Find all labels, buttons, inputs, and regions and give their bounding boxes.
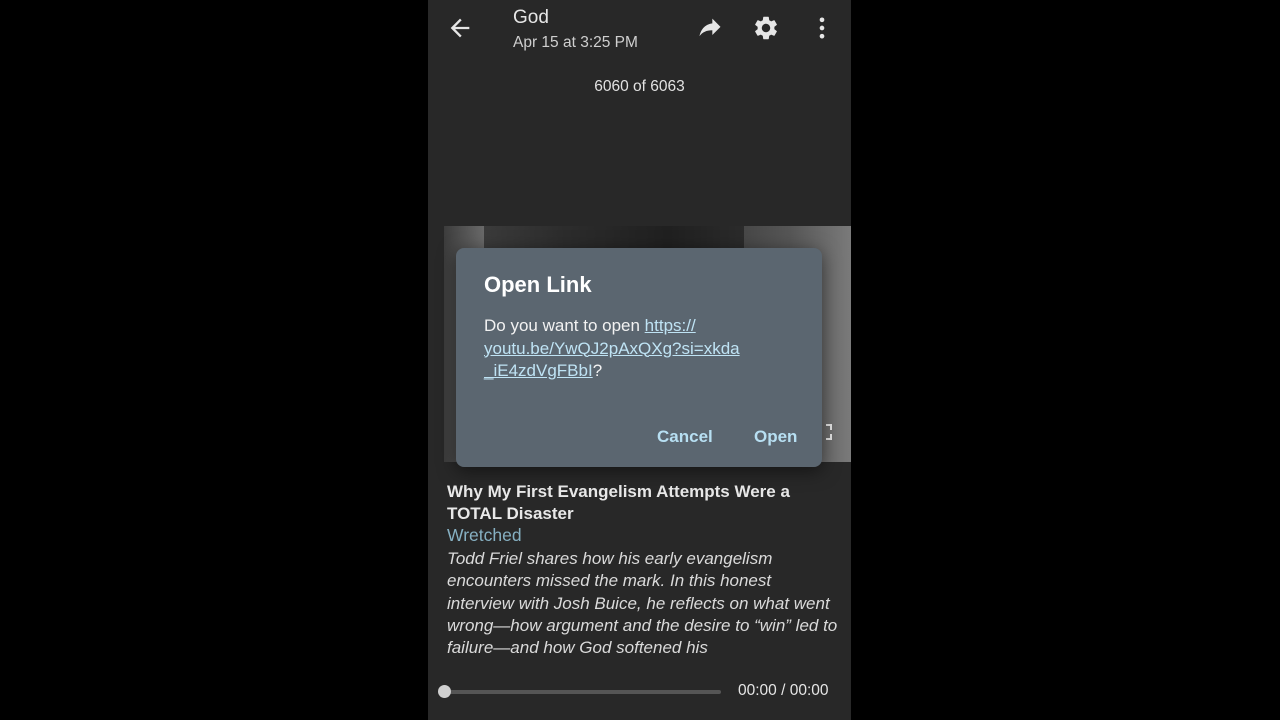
seek-track[interactable] xyxy=(444,690,721,694)
conversation-title: God xyxy=(513,7,549,28)
video-description: Todd Friel shares how his early evangeli… xyxy=(447,549,838,658)
open-link-dialog: Open Link Do you want to open https://​y… xyxy=(456,248,822,467)
app-screen: God Apr 15 at 3:25 PM 6060 of 6063 Why M… xyxy=(428,0,851,720)
open-button[interactable]: Open xyxy=(754,427,797,447)
video-channel[interactable]: Wretched xyxy=(447,525,522,546)
message-timestamp: Apr 15 at 3:25 PM xyxy=(513,34,638,51)
dialog-suffix: ? xyxy=(592,361,603,380)
message-counter: 6060 of 6063 xyxy=(594,78,685,95)
overflow-menu-button[interactable] xyxy=(808,14,836,42)
share-arrow-icon xyxy=(699,18,721,37)
gear-icon xyxy=(755,16,777,40)
more-vertical-icon xyxy=(819,17,825,39)
settings-button[interactable] xyxy=(752,14,780,42)
dialog-prompt: Do you want to open xyxy=(484,316,645,335)
seek-thumb[interactable] xyxy=(438,685,451,698)
dialog-message: Do you want to open https://​youtu.be/Yw… xyxy=(484,315,784,383)
cancel-button[interactable]: Cancel xyxy=(657,427,713,447)
video-title: Why My First Evangelism Attempts Were a … xyxy=(447,482,790,523)
share-button[interactable] xyxy=(696,14,724,42)
back-button[interactable] xyxy=(446,14,474,42)
arrow-left-icon xyxy=(450,18,470,38)
top-app-bar: God Apr 15 at 3:25 PM xyxy=(428,0,851,60)
media-player-bar: 00:00 / 00:00 xyxy=(428,672,851,712)
playback-time: 00:00 / 00:00 xyxy=(738,682,829,699)
dialog-title: Open Link xyxy=(484,272,592,297)
